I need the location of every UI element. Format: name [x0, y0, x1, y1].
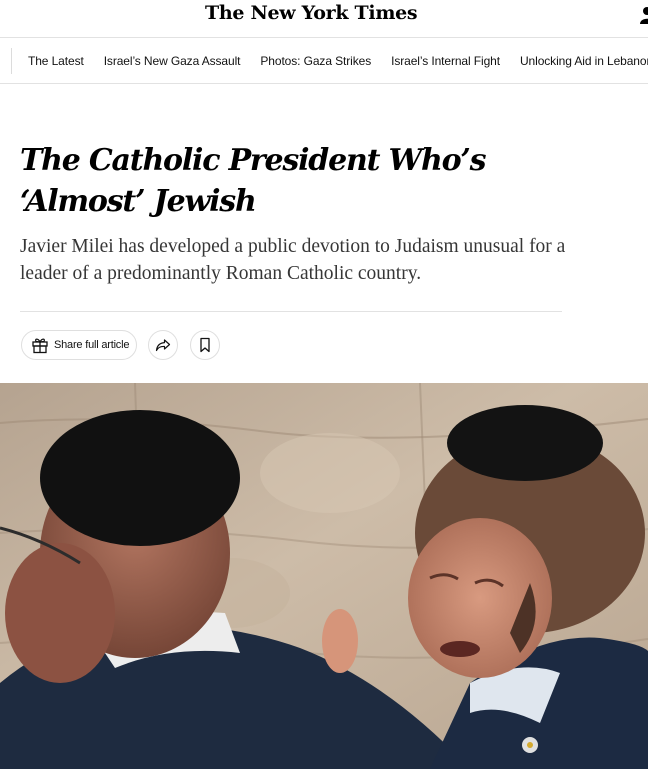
nav-item-the-latest[interactable]: The Latest — [28, 54, 84, 68]
nav-divider — [11, 48, 12, 74]
section-nav: The Latest Israel’s New Gaza Assault Pho… — [0, 37, 648, 84]
share-full-article-label: Share full article — [54, 339, 130, 351]
share-arrow-icon — [155, 339, 171, 352]
article-page: The New York Times The Latest Israel’s N… — [0, 0, 648, 769]
gift-icon — [32, 338, 48, 354]
share-button[interactable] — [148, 330, 178, 360]
lead-photo-image — [0, 383, 648, 769]
masthead: The New York Times — [0, 0, 648, 30]
share-full-article-button[interactable]: Share full article — [21, 330, 137, 360]
lead-photo[interactable] — [0, 383, 648, 769]
nyt-logo[interactable]: The New York Times — [205, 2, 418, 24]
save-button[interactable] — [190, 330, 220, 360]
article-headline: The Catholic President Who’s ‘Almost’ Je… — [20, 143, 487, 219]
header-divider — [20, 311, 562, 312]
article-summary: Javier Milei has developed a public devo… — [20, 236, 566, 284]
nav-item-gaza-strikes-photos[interactable]: Photos: Gaza Strikes — [260, 54, 371, 68]
nav-item-gaza-assault[interactable]: Israel’s New Gaza Assault — [104, 54, 241, 68]
nav-items: The Latest Israel’s New Gaza Assault Pho… — [28, 38, 648, 83]
nav-item-lebanon-aid[interactable]: Unlocking Aid in Lebanon — [520, 54, 648, 68]
nav-item-internal-fight[interactable]: Israel’s Internal Fight — [391, 54, 500, 68]
person-icon[interactable] — [638, 6, 648, 24]
bookmark-icon — [200, 337, 210, 353]
